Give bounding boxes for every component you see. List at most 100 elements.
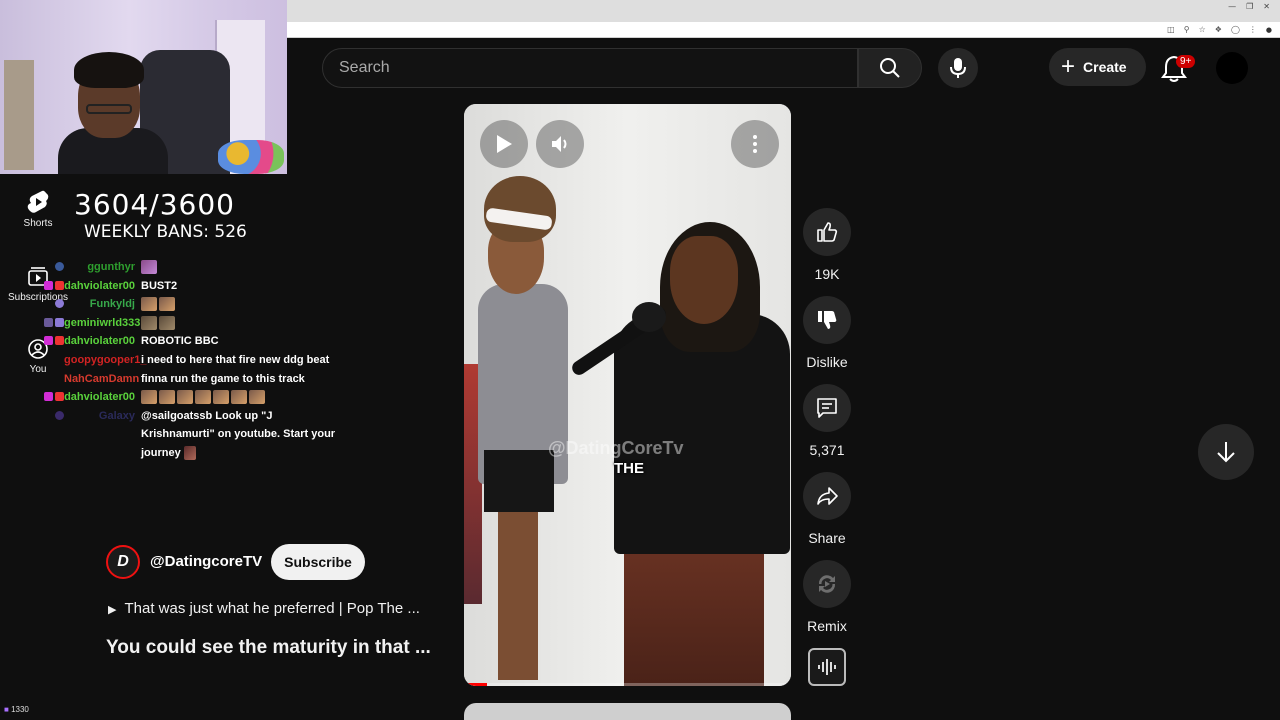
play-icon <box>497 135 512 153</box>
chat-message: NahCamDamn finna run the game to this tr… <box>14 370 344 389</box>
search-input[interactable] <box>323 49 857 87</box>
chat-username: dahviolater00 <box>64 391 135 404</box>
chat-message: ggunthyr <box>14 258 344 277</box>
menu-icon[interactable]: ⋮ <box>1249 25 1257 34</box>
chat-username: ggunthyr <box>87 261 135 273</box>
close-icon[interactable]: ✕ <box>1263 2 1270 11</box>
chat-message: Funkyldj <box>14 295 344 314</box>
gift-badge-icon <box>55 280 64 290</box>
sound-link[interactable]: ▶ That was just what he preferred | Pop T… <box>108 600 442 617</box>
dislike-label: Dislike <box>806 354 848 370</box>
chat-icon[interactable]: ● <box>1266 26 1272 34</box>
sub-badge-icon <box>55 410 64 420</box>
play-button[interactable] <box>480 120 528 168</box>
video-caption: THE <box>614 460 644 477</box>
voice-search-button[interactable] <box>938 48 978 88</box>
next-short-preview[interactable] <box>464 703 791 720</box>
chat-username: Galaxy <box>98 409 135 422</box>
emote-icon <box>141 297 157 312</box>
chat-username: Funkyldj <box>89 298 135 311</box>
heart-badge-icon <box>44 280 53 290</box>
sidebar-item-label: Shorts <box>23 218 53 229</box>
search-field[interactable] <box>322 48 858 88</box>
search-icon <box>880 58 900 78</box>
chat-text: BUST2 <box>141 279 178 292</box>
audio-wave-icon <box>818 659 836 675</box>
chat-message: goopygooper1_ i need to here that fire n… <box>14 351 344 370</box>
short-video-player[interactable]: @DatingCoreTv THE <box>464 104 791 686</box>
notification-count-badge: 9+ <box>1176 55 1196 68</box>
plus-icon: + <box>1061 53 1076 80</box>
zoom-icon[interactable]: ⚲ <box>1184 25 1190 34</box>
mute-button[interactable] <box>536 120 584 168</box>
star-icon[interactable]: ☆ <box>1199 25 1206 34</box>
account-avatar[interactable] <box>1216 52 1248 84</box>
dislike-button[interactable]: Dislike <box>803 296 851 370</box>
chat-username: dahviolater00 <box>64 279 135 292</box>
vip-badge-icon <box>55 317 64 327</box>
emote-icon <box>159 297 175 312</box>
shorts-icon <box>27 190 49 213</box>
channel-handle[interactable]: @DatingcoreTV <box>150 553 262 570</box>
subscribe-button[interactable]: Subscribe <box>271 544 365 580</box>
heart-badge-icon <box>44 336 53 346</box>
chat-message: geminiwrld333 <box>14 314 344 333</box>
like-button[interactable]: 19K <box>803 208 851 282</box>
like-count: 19K <box>814 266 840 282</box>
sound-title: That was just what he preferred | Pop Th… <box>124 600 420 617</box>
share-label: Share <box>808 530 846 546</box>
more-vert-icon <box>753 135 757 153</box>
sub-badge-icon <box>55 262 64 271</box>
minimize-icon[interactable]: — <box>1228 2 1236 11</box>
window-controls[interactable]: — ❐ ✕ <box>1228 2 1270 11</box>
heart-badge-icon <box>44 392 53 402</box>
chat-text: i need to here that fire new ddg beat <box>141 353 330 366</box>
short-title[interactable]: You could see the maturity in that ... <box>106 637 431 659</box>
emote-icon <box>183 446 196 461</box>
chat-username: geminiwrld333 <box>64 316 141 329</box>
channel-avatar[interactable]: D <box>106 545 140 579</box>
extension-icon[interactable]: ❖ <box>1215 25 1222 34</box>
volume-icon <box>552 136 567 152</box>
comments-button[interactable]: 5,371 <box>803 384 851 458</box>
more-options-button[interactable] <box>731 120 779 168</box>
sidebar-item-shorts[interactable]: Shorts <box>0 190 76 229</box>
profile-icon[interactable]: ◯ <box>1231 25 1240 34</box>
viewer-count-value: 1330 <box>11 705 29 714</box>
chat-text: finna run the game to this track <box>141 372 305 385</box>
chat-message: Galaxy @sailgoatssb Look up "J Krishnamu… <box>14 407 344 463</box>
chat-message: dahviolater00 <box>14 388 344 407</box>
chat-message: dahviolater00 BUST2 <box>14 277 344 296</box>
arrow-down-icon <box>1217 442 1235 463</box>
comment-icon <box>817 398 837 418</box>
thumbs-up-icon <box>817 222 838 242</box>
chat-message: dahviolater00 ROBOTIC BBC <box>14 332 344 351</box>
gift-badge-icon <box>55 336 64 346</box>
microphone-icon <box>950 58 966 78</box>
browser-address-bar[interactable]: ◫ ⚲ ☆ ❖ ◯ ⋮ ● <box>287 22 1280 38</box>
emote-icon <box>141 315 157 330</box>
streamer-webcam <box>0 0 287 174</box>
emote-icon <box>159 390 175 405</box>
ban-counter: 3604/3600 <box>74 188 235 221</box>
emote-icon <box>177 390 193 405</box>
restore-icon[interactable]: ❐ <box>1246 2 1253 11</box>
thumbs-down-icon <box>818 311 837 329</box>
gift-badge-icon <box>55 392 64 402</box>
video-progress-bar[interactable] <box>464 683 791 686</box>
chat-text: @sailgoatssb Look up "J Krishnamurti" on… <box>141 409 336 459</box>
remix-button[interactable]: Remix <box>803 560 851 634</box>
next-short-button[interactable] <box>1198 424 1254 480</box>
emote-icon <box>231 390 247 405</box>
chat-text: ROBOTIC BBC <box>141 335 219 348</box>
sound-thumbnail-button[interactable] <box>808 648 846 686</box>
viewer-icon: ■ <box>4 705 9 714</box>
share-button[interactable]: Share <box>803 472 851 546</box>
chat-username: NahCamDamn <box>64 372 140 385</box>
install-icon[interactable]: ◫ <box>1167 25 1175 34</box>
emote-icon <box>141 390 157 405</box>
create-label: Create <box>1083 59 1127 75</box>
search-button[interactable] <box>858 48 922 88</box>
create-button[interactable]: + Create <box>1049 48 1146 86</box>
video-watermark: @DatingCoreTv <box>548 438 684 458</box>
